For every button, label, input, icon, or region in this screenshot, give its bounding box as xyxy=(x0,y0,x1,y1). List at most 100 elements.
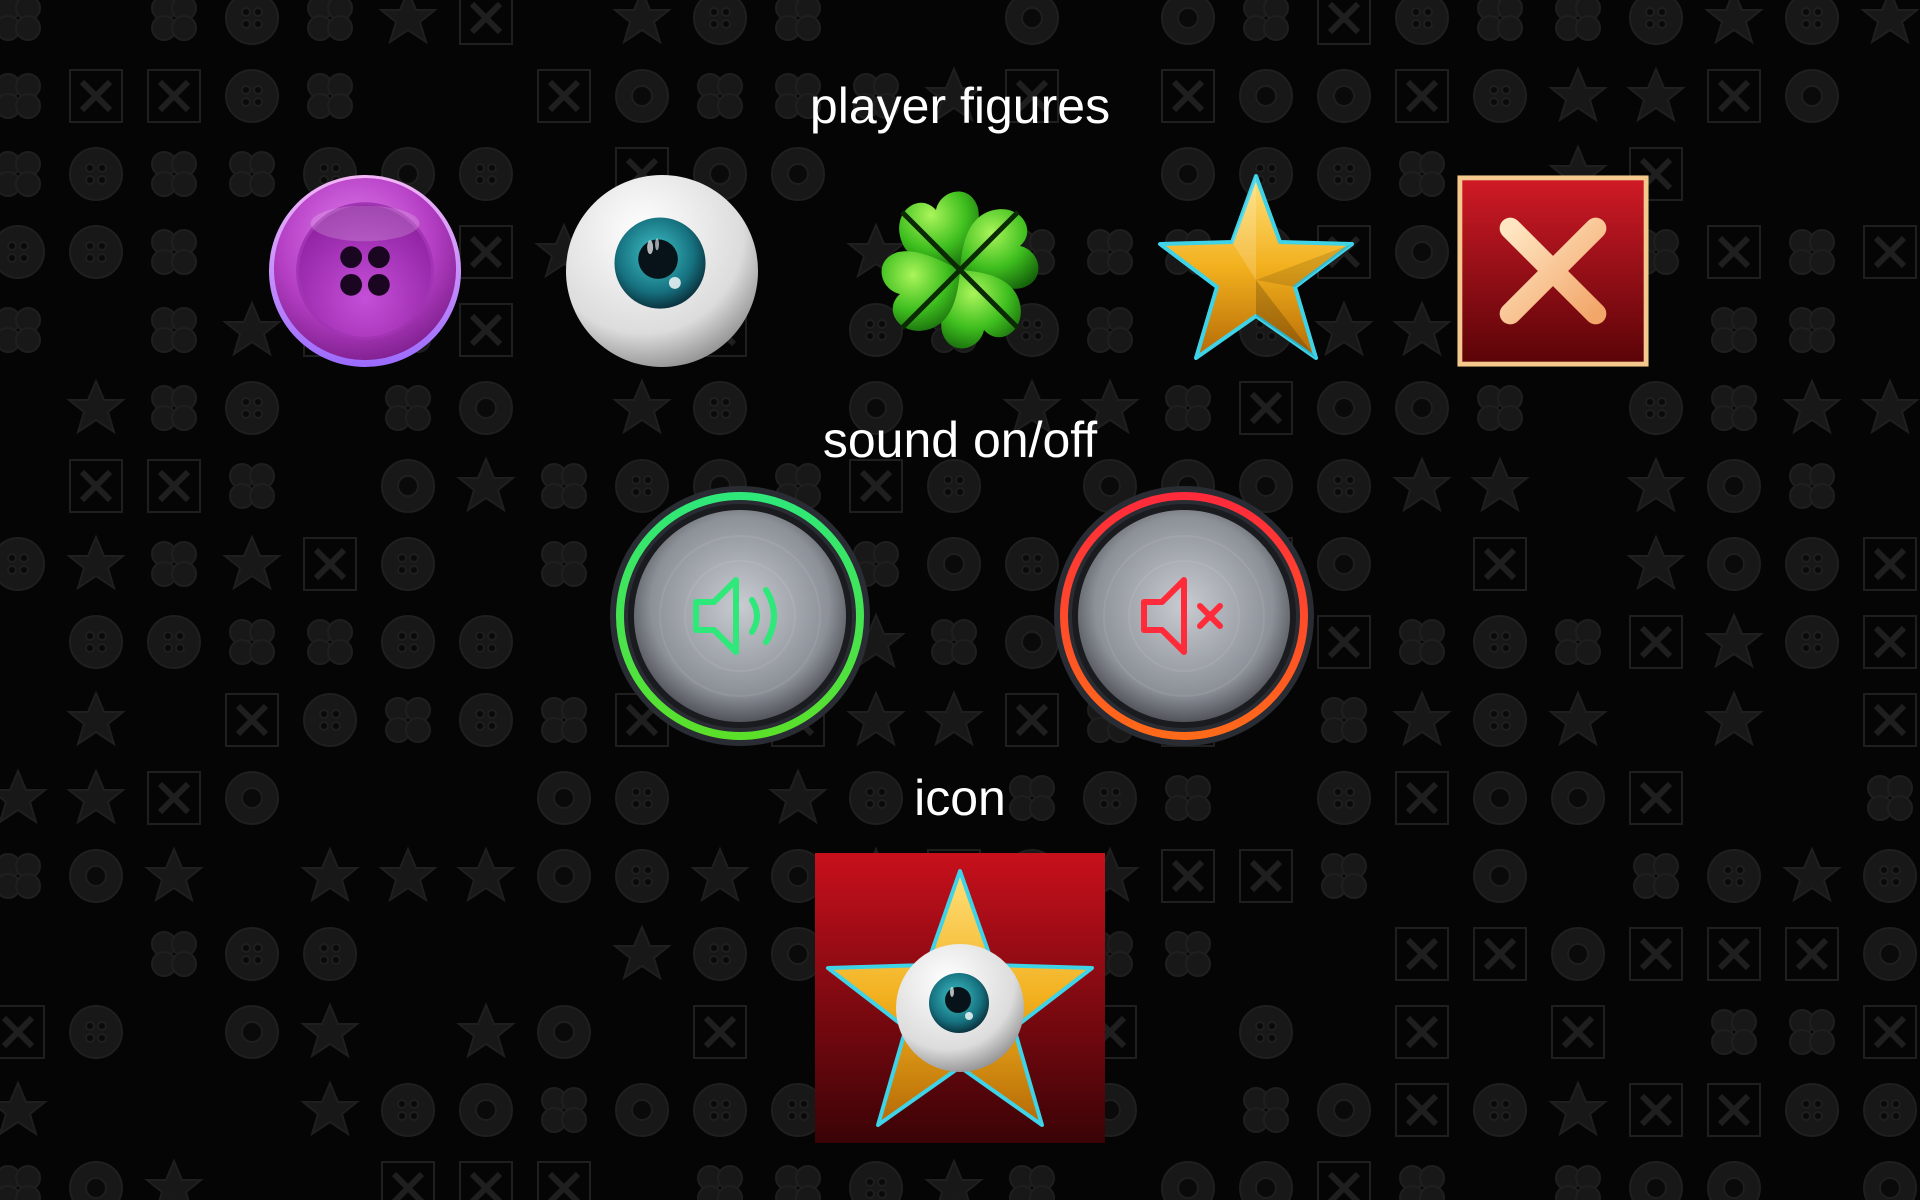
pattern-button-icon xyxy=(1785,615,1839,669)
pattern-eyeball-icon xyxy=(1395,225,1449,279)
pattern-cross-icon xyxy=(1473,537,1527,591)
pattern-star-icon xyxy=(300,1002,360,1059)
pattern-eyeball-icon xyxy=(69,849,123,903)
pattern-star-icon xyxy=(1860,0,1920,45)
figure-clover[interactable] xyxy=(860,170,1060,370)
pattern-button-icon xyxy=(147,615,201,669)
pattern-eyeball-icon xyxy=(1005,615,1059,669)
pattern-eyeball-icon xyxy=(1239,1161,1293,1200)
pattern-clover-icon xyxy=(307,619,353,665)
cross-icon xyxy=(1457,175,1649,367)
pattern-clover-icon xyxy=(0,307,41,353)
pattern-cross-icon xyxy=(303,537,357,591)
pattern-star-icon xyxy=(300,846,360,903)
pattern-star-icon xyxy=(222,534,282,591)
pattern-eyeball-icon xyxy=(225,1005,279,1059)
pattern-star-icon xyxy=(66,690,126,747)
pattern-cross-icon xyxy=(1395,1005,1449,1059)
pattern-button-icon xyxy=(1239,1005,1293,1059)
pattern-eyeball-icon xyxy=(69,1161,123,1200)
pattern-eyeball-icon xyxy=(1863,1161,1917,1200)
pattern-cross-icon xyxy=(1473,927,1527,981)
pattern-star-icon xyxy=(1782,846,1842,903)
pattern-clover-icon xyxy=(1555,1165,1601,1200)
pattern-clover-icon xyxy=(1243,1087,1289,1133)
pattern-star-icon xyxy=(378,846,438,903)
section-title-icon: icon xyxy=(914,770,1006,826)
pattern-clover-icon xyxy=(1789,229,1835,275)
pattern-button-icon xyxy=(1785,537,1839,591)
pattern-clover-icon xyxy=(1633,853,1679,899)
figure-eye[interactable] xyxy=(562,172,762,370)
app-icon[interactable] xyxy=(815,853,1105,1143)
pattern-cross-icon xyxy=(1863,1005,1917,1059)
pattern-cross-icon xyxy=(1863,225,1917,279)
pattern-clover-icon xyxy=(1399,1165,1445,1200)
pattern-star-icon xyxy=(1626,534,1686,591)
pattern-clover-icon xyxy=(1321,697,1367,743)
pattern-eyeball-icon xyxy=(1317,537,1371,591)
pattern-clover-icon xyxy=(1087,229,1133,275)
pattern-cross-icon xyxy=(1395,927,1449,981)
pattern-cross-icon xyxy=(459,0,513,45)
pattern-star-icon xyxy=(924,1158,984,1200)
sound-off-button[interactable] xyxy=(1052,484,1316,748)
pattern-eyeball-icon xyxy=(537,1005,591,1059)
pattern-clover-icon xyxy=(151,151,197,197)
figure-cross[interactable] xyxy=(1456,174,1650,368)
pattern-button-icon xyxy=(1473,615,1527,669)
eyeball-icon xyxy=(565,174,759,368)
pattern-button-icon xyxy=(1395,0,1449,45)
pattern-star-icon xyxy=(300,1080,360,1137)
pattern-star-icon xyxy=(690,846,750,903)
pattern-button-icon xyxy=(459,693,513,747)
figure-button[interactable] xyxy=(266,172,464,370)
pattern-cross-icon xyxy=(1317,615,1371,669)
sound-on-button[interactable] xyxy=(608,484,872,748)
pattern-clover-icon xyxy=(1555,0,1601,41)
pattern-clover-icon xyxy=(1789,463,1835,509)
pattern-star-icon xyxy=(1548,690,1608,747)
pattern-star-icon xyxy=(1392,300,1452,357)
pattern-clover-icon xyxy=(151,307,197,353)
pattern-clover-icon xyxy=(0,151,41,197)
pattern-cross-icon xyxy=(1785,927,1839,981)
pattern-cross-icon xyxy=(0,1005,45,1059)
figure-star[interactable] xyxy=(1156,170,1356,370)
pattern-eyeball-icon xyxy=(537,849,591,903)
pattern-button-icon xyxy=(1785,0,1839,45)
pattern-clover-icon xyxy=(1789,1009,1835,1055)
pattern-clover-icon xyxy=(1477,0,1523,41)
button-icon xyxy=(268,174,462,368)
pattern-star-icon xyxy=(144,1158,204,1200)
pattern-cross-icon xyxy=(1005,693,1059,747)
pattern-button-icon xyxy=(69,1005,123,1059)
pattern-clover-icon xyxy=(307,0,353,41)
star-eye-app-icon xyxy=(815,853,1105,1143)
pattern-star-icon xyxy=(1704,612,1764,669)
pattern-button-icon xyxy=(1863,849,1917,903)
pattern-button-icon xyxy=(849,1161,903,1200)
pattern-cross-icon xyxy=(381,1161,435,1200)
pattern-clover-icon xyxy=(151,229,197,275)
pattern-clover-icon xyxy=(541,697,587,743)
pattern-button-icon xyxy=(459,615,513,669)
pattern-clover-icon xyxy=(1789,307,1835,353)
pattern-button-icon xyxy=(1863,1083,1917,1137)
pattern-cross-icon xyxy=(459,1161,513,1200)
pattern-eyeball-icon xyxy=(1551,927,1605,981)
pattern-button-icon xyxy=(459,147,513,201)
pattern-star-icon xyxy=(456,846,516,903)
pattern-button-icon xyxy=(615,849,669,903)
pattern-clover-icon xyxy=(697,1165,743,1200)
pattern-clover-icon xyxy=(1555,619,1601,665)
pattern-clover-icon xyxy=(541,541,587,587)
pattern-cross-icon xyxy=(225,693,279,747)
pattern-button-icon xyxy=(1785,1083,1839,1137)
pattern-button-icon xyxy=(381,615,435,669)
pattern-button-icon xyxy=(1005,537,1059,591)
pattern-cross-icon xyxy=(1395,1083,1449,1137)
pattern-button-icon xyxy=(381,537,435,591)
pattern-clover-icon xyxy=(1399,619,1445,665)
pattern-clover-icon xyxy=(151,541,197,587)
